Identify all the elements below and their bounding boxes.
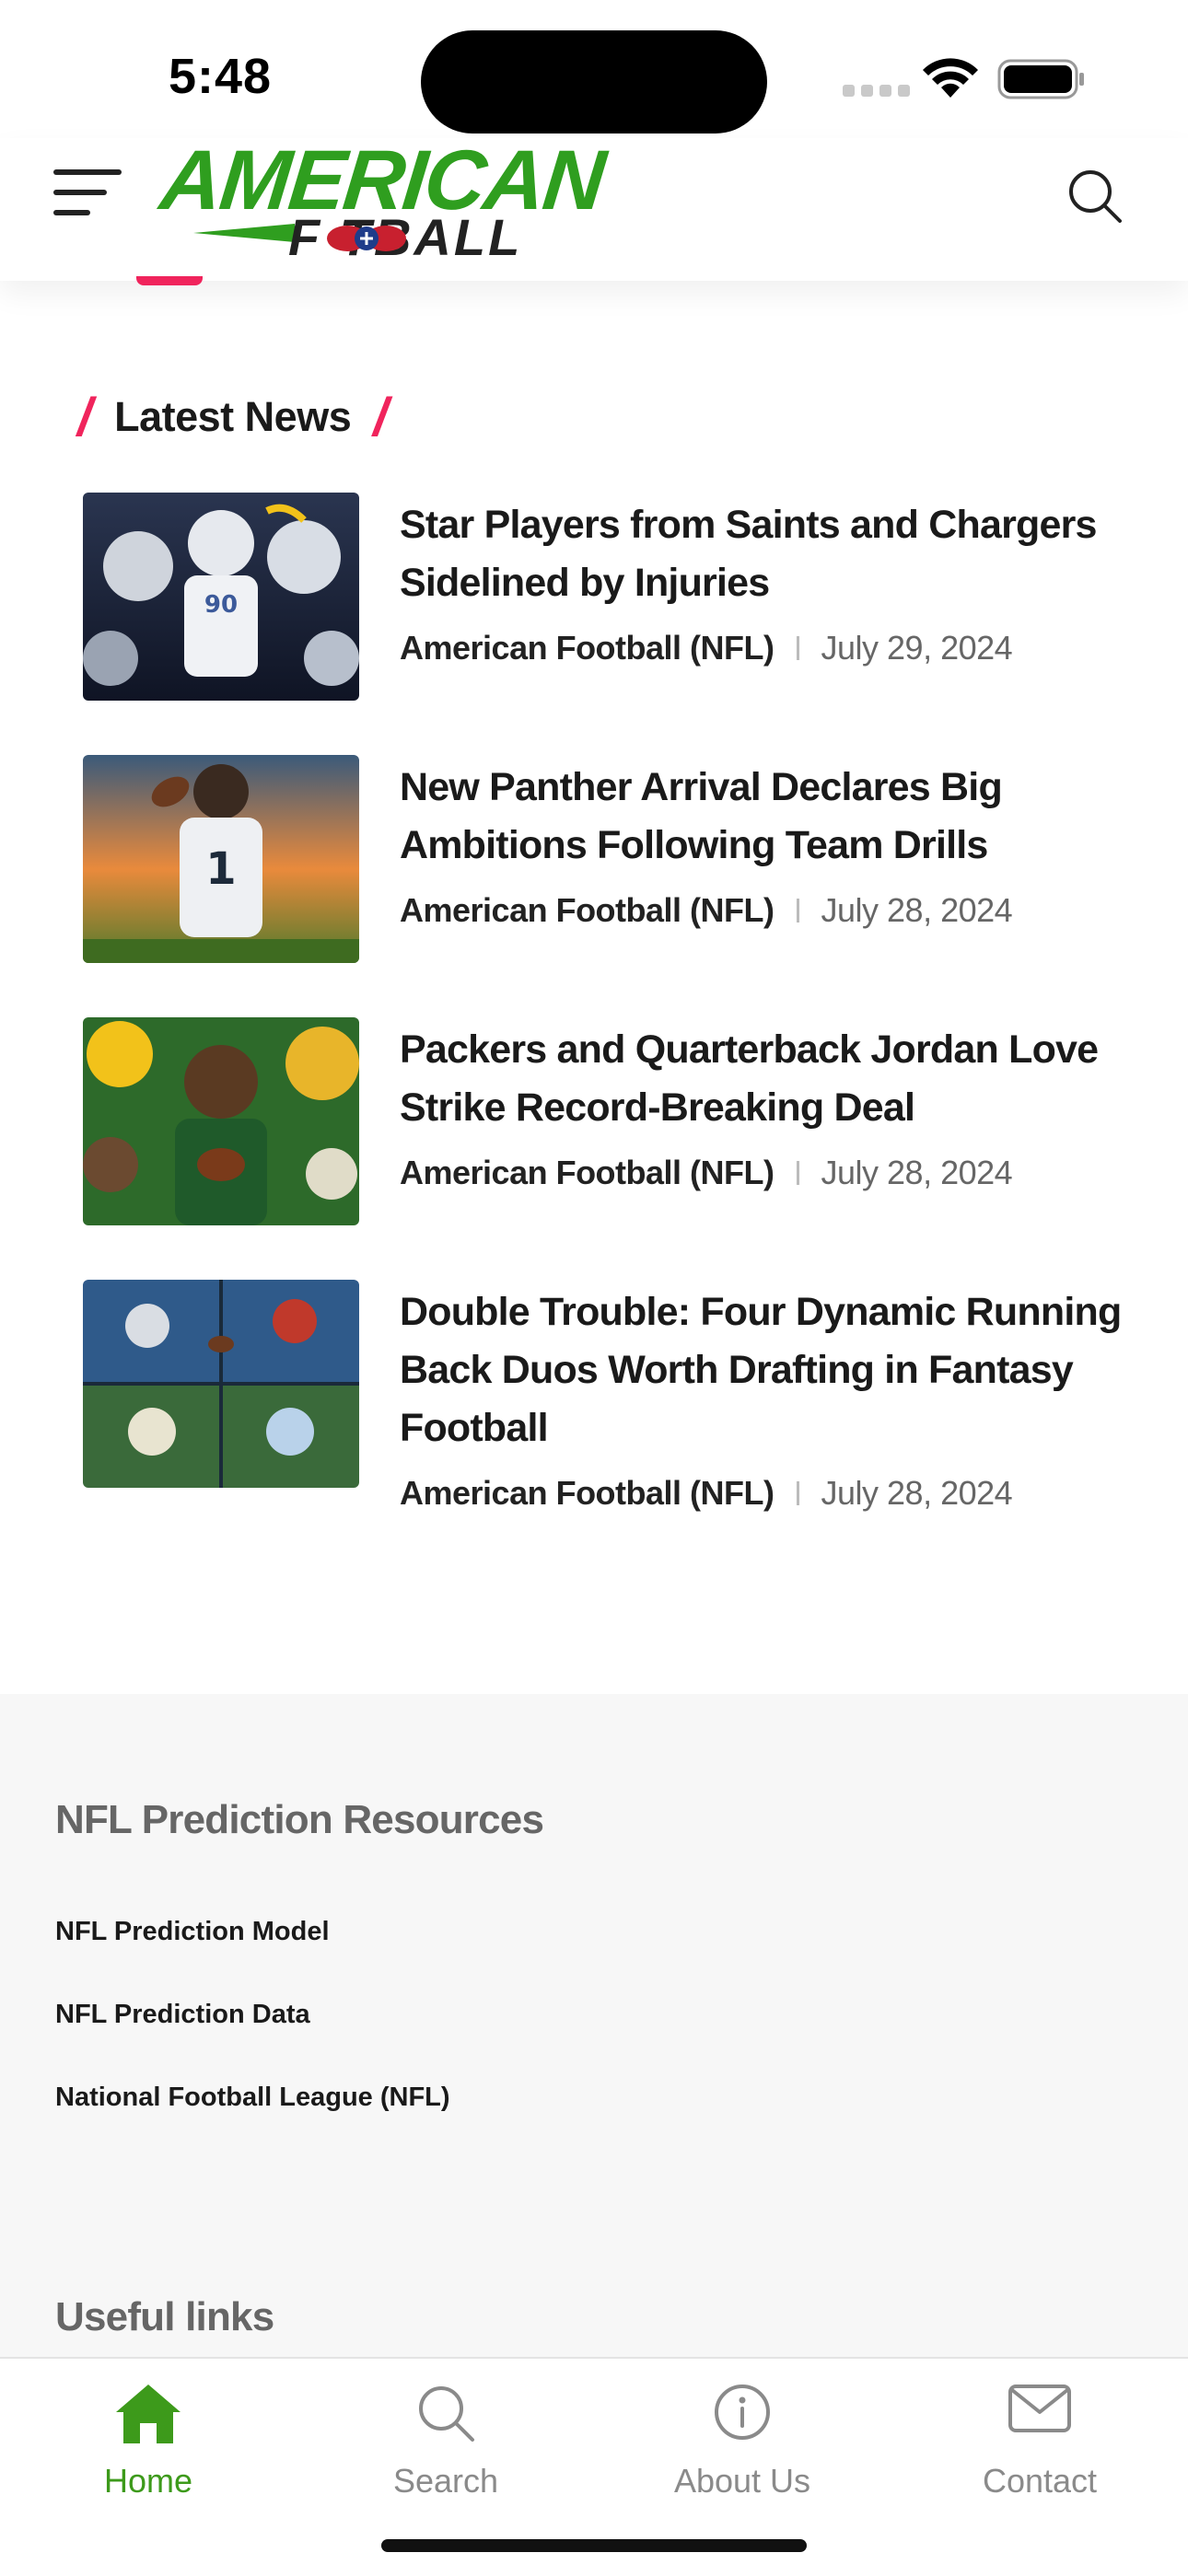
news-date: July 28, 2024 [821, 891, 1013, 929]
news-title[interactable]: New Panther Arrival Declares Big Ambitio… [400, 759, 1188, 875]
news-title[interactable]: Double Trouble: Four Dynamic Running Bac… [400, 1283, 1188, 1457]
news-meta: American Football (NFL) July 28, 2024 [400, 891, 1188, 930]
cellular-signal-icon [843, 85, 910, 97]
news-category[interactable]: American Football (NFL) [400, 891, 775, 930]
news-category[interactable]: American Football (NFL) [400, 1154, 775, 1192]
footer-link-nfl[interactable]: National Football League (NFL) [55, 2083, 450, 2113]
footer-resources-heading: NFL Prediction Resources [55, 1797, 544, 1842]
news-category[interactable]: American Football (NFL) [400, 629, 775, 667]
tab-search[interactable]: Search [297, 2359, 594, 2506]
svg-text:90: 90 [204, 591, 238, 619]
home-indicator[interactable] [381, 2539, 807, 2552]
status-bar: 5:48 [0, 0, 1188, 138]
news-date: July 28, 2024 [821, 1154, 1013, 1191]
news-title[interactable]: Star Players from Saints and Chargers Si… [400, 496, 1188, 612]
status-time: 5:48 [169, 49, 273, 104]
footer-link-prediction-model[interactable]: NFL Prediction Model [55, 1917, 330, 1947]
tab-home[interactable]: Home [0, 2359, 297, 2506]
tab-label: About Us [673, 2462, 811, 2500]
news-date: July 28, 2024 [821, 1474, 1013, 1512]
search-icon[interactable] [1066, 168, 1124, 225]
meta-divider [796, 636, 799, 660]
tab-contact[interactable]: Contact [891, 2359, 1188, 2506]
site-logo[interactable]: AMERICAN F TBALL [152, 133, 608, 267]
news-category[interactable]: American Football (NFL) [400, 1474, 775, 1513]
active-category-indicator [136, 276, 203, 285]
meta-divider [796, 899, 799, 922]
title-slash-right: / [373, 387, 389, 447]
hamburger-menu-icon[interactable] [53, 169, 123, 221]
title-slash-left: / [77, 387, 93, 447]
wifi-icon [923, 58, 978, 98]
battery-icon [997, 59, 1084, 99]
latest-news-heading: / Latest News / [77, 385, 388, 449]
meta-divider [796, 1481, 799, 1505]
news-thumbnail[interactable] [83, 1017, 359, 1225]
news-thumbnail[interactable] [83, 1280, 359, 1488]
logo-swoosh [193, 224, 295, 242]
info-icon [715, 2385, 770, 2440]
football-logo-icon [327, 226, 406, 251]
section-title: Latest News [114, 393, 352, 440]
search-icon [419, 2386, 474, 2442]
tab-about-us[interactable]: About Us [594, 2359, 891, 2506]
news-meta: American Football (NFL) July 28, 2024 [400, 1474, 1188, 1513]
tab-label: Search [392, 2462, 499, 2500]
home-icon [116, 2385, 181, 2443]
news-meta: American Football (NFL) July 28, 2024 [400, 1154, 1188, 1192]
news-date: July 29, 2024 [821, 629, 1013, 667]
news-meta: American Football (NFL) July 29, 2024 [400, 629, 1188, 667]
svg-text:1: 1 [205, 843, 236, 895]
tab-label: Home [103, 2462, 193, 2500]
news-thumbnail[interactable]: 90 [83, 493, 359, 701]
footer-useful-links-heading: Useful links [55, 2294, 274, 2339]
news-thumbnail[interactable]: 1 [83, 755, 359, 963]
meta-divider [796, 1161, 799, 1185]
mail-icon [1008, 2385, 1071, 2432]
tab-label: Contact [982, 2462, 1098, 2500]
dynamic-island [421, 30, 767, 133]
site-header: AMERICAN F TBALL [0, 133, 1188, 281]
news-title[interactable]: Packers and Quarterback Jordan Love Stri… [400, 1021, 1188, 1137]
footer-link-prediction-data[interactable]: NFL Prediction Data [55, 2000, 310, 2030]
